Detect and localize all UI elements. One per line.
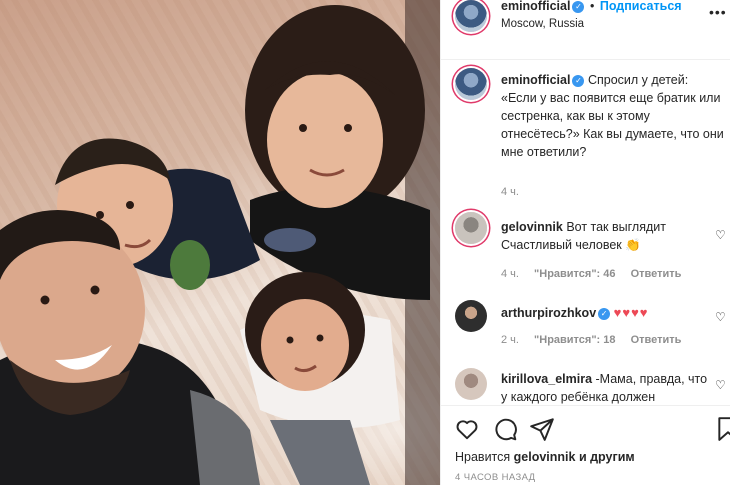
likes-username[interactable]: gelovinnik xyxy=(514,450,576,464)
comment-text-block: kirillova_elmira -Мама, правда, что у ка… xyxy=(501,370,713,406)
caption-author-avatar[interactable] xyxy=(455,68,487,100)
post-photo[interactable] xyxy=(0,0,440,485)
caption-time[interactable]: 4 ч. xyxy=(501,186,519,198)
author-username[interactable]: eminofficial xyxy=(501,0,570,13)
verified-badge-icon: ✓ xyxy=(572,75,585,87)
commenter-avatar[interactable] xyxy=(455,212,487,244)
post-sidebar: eminofficial ✓ • Подписаться Moscow, Russ… xyxy=(440,0,730,485)
likes-others[interactable]: и другим xyxy=(579,450,635,464)
post-header: eminofficial ✓ • Подписаться Moscow, Russ… xyxy=(441,0,730,60)
reply-button[interactable]: Ответить xyxy=(631,268,682,280)
comment-username[interactable]: gelovinnik xyxy=(501,220,563,234)
likes-prefix: Нравится xyxy=(455,450,511,464)
post-actions: Нравится gelovinnik и другим 4 ЧАСОВ НАЗ… xyxy=(441,405,730,485)
caption-text-block: eminofficial ✓ Спросил у детей: «Если у в… xyxy=(501,71,725,161)
comment-text: ♥♥♥♥ xyxy=(613,305,649,320)
comment-username[interactable]: kirillova_elmira xyxy=(501,372,592,386)
heart-icon[interactable] xyxy=(454,416,480,442)
caption-username[interactable]: eminofficial xyxy=(501,73,570,87)
instagram-post-view: eminofficial ✓ • Подписаться Moscow, Russ… xyxy=(0,0,730,485)
comment-username[interactable]: arthurpirozhkov xyxy=(501,306,596,320)
verified-badge-icon: ✓ xyxy=(598,308,611,320)
reply-button[interactable]: Ответить xyxy=(631,334,682,346)
comment-text-block: arthurpirozhkov ✓ ♥♥♥♥ xyxy=(501,304,713,322)
commenter-avatar[interactable] xyxy=(455,300,487,332)
verified-badge-icon: ✓ xyxy=(572,1,585,13)
heart-outline-icon[interactable]: ♡ xyxy=(715,310,726,324)
bookmark-icon[interactable] xyxy=(715,416,730,442)
post-photo-illustration xyxy=(0,0,440,485)
post-location[interactable]: Moscow, Russia xyxy=(501,18,584,30)
author-line: eminofficial ✓ • Подписаться xyxy=(501,0,682,13)
comment-likes[interactable]: "Нравится": 46 xyxy=(534,268,615,280)
heart-outline-icon[interactable]: ♡ xyxy=(715,378,726,392)
comment-meta: 4 ч. "Нравится": 46 Ответить xyxy=(501,268,693,280)
share-icon[interactable] xyxy=(529,416,555,442)
heart-outline-icon[interactable]: ♡ xyxy=(715,228,726,242)
comment-likes[interactable]: "Нравится": 18 xyxy=(534,334,615,346)
likes-summary: Нравится gelovinnik и другим xyxy=(455,450,635,464)
comment-time[interactable]: 4 ч. xyxy=(501,268,519,280)
comment-icon[interactable] xyxy=(492,416,518,442)
commenter-avatar[interactable] xyxy=(455,368,487,400)
more-horizontal-icon[interactable]: ••• xyxy=(709,4,727,20)
comment-time[interactable]: 2 ч. xyxy=(501,334,519,346)
separator-dot: • xyxy=(589,0,595,13)
comment-meta: 2 ч. "Нравится": 18 Ответить xyxy=(501,334,693,346)
author-avatar[interactable] xyxy=(455,0,487,32)
post-time[interactable]: 4 ЧАСОВ НАЗАД xyxy=(455,472,536,483)
follow-button[interactable]: Подписаться xyxy=(600,0,682,13)
comment-text-block: gelovinnik Вот так выглядит Счастливый ч… xyxy=(501,218,713,254)
